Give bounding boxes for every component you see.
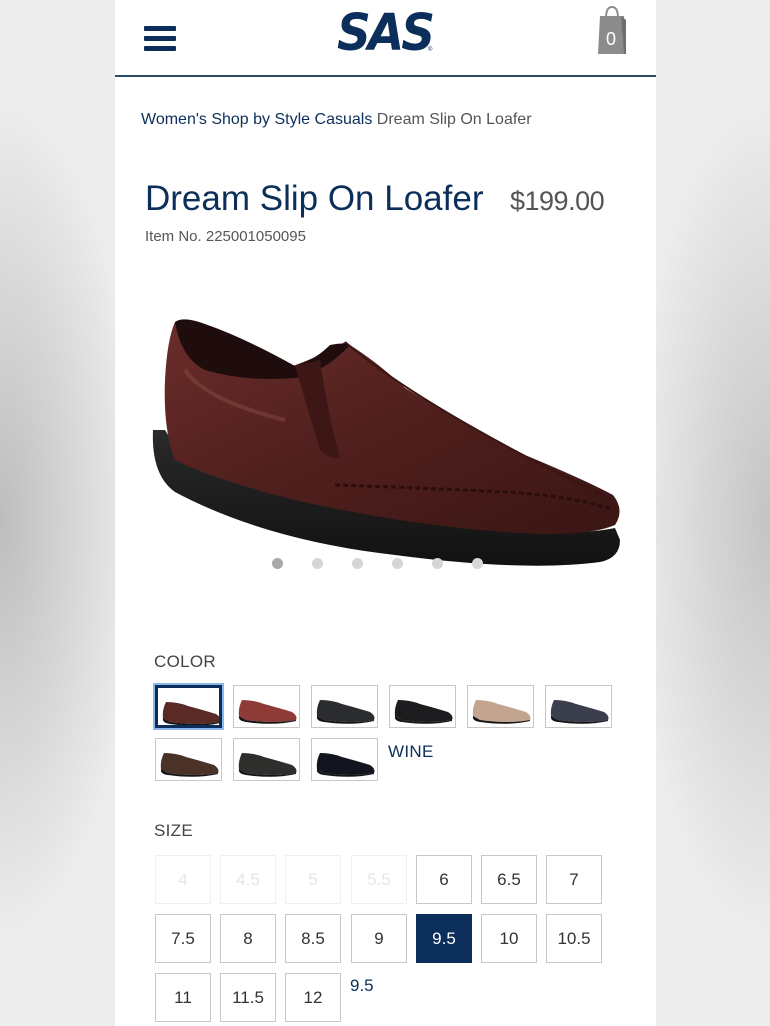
breadcrumb-link-casuals[interactable]: Casuals [315,111,373,128]
carousel-dot[interactable] [432,558,443,569]
item-number: Item No. 225001050095 [145,228,306,245]
color-swatch[interactable] [389,685,456,728]
menu-icon-bar [144,26,176,31]
color-swatch[interactable] [467,685,534,728]
size-option: 5 [285,855,341,904]
color-swatch[interactable] [155,738,222,781]
swatch-shoe-thumbnail [162,702,219,725]
carousel-dot[interactable] [272,558,283,569]
shopping-bag-icon[interactable]: 0 [597,4,629,56]
selected-size-label: 9.5 [350,976,374,995]
size-option[interactable]: 7 [546,855,602,904]
swatch-shoe-thumbnail [394,700,453,724]
registered-mark: ® [428,47,433,53]
swatch-shoe-thumbnail [316,700,375,724]
product-page: SAS ® 0 Women's Shop by Style Casuals Dr… [115,0,656,1026]
breadcrumb-current: Dream Slip On Loafer [376,111,532,128]
color-swatch[interactable] [155,685,222,728]
swatch-shoe-thumbnail [160,753,219,777]
size-option: 4 [155,855,211,904]
size-option[interactable]: 12 [285,973,341,1022]
size-option[interactable]: 10.5 [546,914,602,963]
site-header: SAS ® 0 [115,0,656,77]
carousel-dot[interactable] [312,558,323,569]
size-option: 5.5 [351,855,407,904]
size-option[interactable]: 10 [481,914,537,963]
color-swatch[interactable] [311,685,378,728]
swatch-shoe-thumbnail [238,700,297,724]
menu-icon-bar [144,46,176,51]
menu-icon[interactable] [144,25,176,53]
selected-color-name: WINE [388,742,434,761]
size-option[interactable]: 7.5 [155,914,211,963]
size-option: 4.5 [220,855,276,904]
size-option[interactable]: 11 [155,973,211,1022]
color-swatch[interactable] [545,685,612,728]
sas-logo[interactable]: SAS ® [337,3,437,64]
swatch-shoe-thumbnail [472,700,531,724]
size-option[interactable]: 6 [416,855,472,904]
swatch-shoe-thumbnail [316,753,375,777]
carousel-dot[interactable] [352,558,363,569]
logo-text: SAS [337,3,435,64]
carousel-dot[interactable] [472,558,483,569]
swatch-shoe-thumbnail [238,753,297,777]
color-swatch[interactable] [233,685,300,728]
loafer-shoe-image[interactable] [145,300,625,590]
carousel-dot[interactable] [392,558,403,569]
size-option[interactable]: 8.5 [285,914,341,963]
size-option[interactable]: 9.5 [416,914,472,963]
size-label: SIZE [154,821,193,840]
size-option[interactable]: 9 [351,914,407,963]
size-option[interactable]: 8 [220,914,276,963]
product-price: $199.00 [510,186,605,216]
shoe-illustration [152,319,620,566]
menu-icon-bar [144,36,176,41]
size-option[interactable]: 11.5 [220,973,276,1022]
color-label: COLOR [154,652,216,671]
color-swatch[interactable] [233,738,300,781]
size-option[interactable]: 6.5 [481,855,537,904]
breadcrumb: Women's Shop by Style Casuals Dream Slip… [141,111,532,129]
product-title: Dream Slip On Loafer [145,179,484,218]
cart-count: 0 [605,29,616,49]
color-swatch[interactable] [311,738,378,781]
breadcrumb-link-womens-shop[interactable]: Women's Shop by Style [141,111,310,128]
swatch-shoe-thumbnail [550,700,609,724]
